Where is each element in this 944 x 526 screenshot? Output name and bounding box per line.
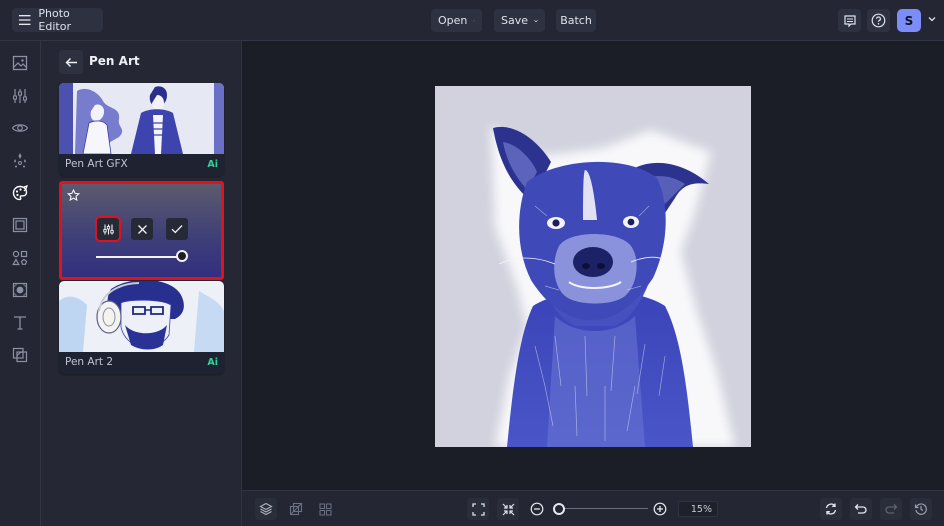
batch-label: Batch <box>560 14 592 27</box>
redo-button[interactable] <box>880 498 902 520</box>
redo-icon <box>885 504 898 514</box>
tool-rail <box>0 41 41 526</box>
effect-thumbnail <box>59 281 224 352</box>
open-menu-button[interactable]: Open <box>431 9 482 32</box>
chevron-down-icon <box>534 19 538 22</box>
zoom-out-icon[interactable] <box>530 502 544 516</box>
expand-icon <box>471 502 485 516</box>
batch-button[interactable]: Batch <box>556 9 596 32</box>
ai-badge: Ai <box>207 357 218 368</box>
cancel-effect-button[interactable] <box>131 218 153 240</box>
apply-effect-button[interactable] <box>166 218 188 240</box>
adjust-sliders-icon[interactable] <box>11 87 29 105</box>
help-icon <box>871 13 886 28</box>
undo-icon <box>854 504 867 514</box>
favorite-star-icon[interactable] <box>67 189 80 202</box>
undo-button[interactable] <box>850 498 872 520</box>
grid-icon <box>319 503 331 515</box>
layers-icon <box>259 502 273 516</box>
intensity-slider-track[interactable] <box>96 256 180 258</box>
effect-card-pen-art-2[interactable]: Pen Art 2 Ai <box>59 281 224 374</box>
eye-icon[interactable] <box>11 119 29 137</box>
settings-sliders-icon <box>102 224 114 234</box>
compare-button[interactable] <box>285 498 307 520</box>
arrow-left-icon <box>65 57 77 67</box>
active-effect-card <box>59 181 224 280</box>
feedback-icon <box>843 14 856 27</box>
chevron-down-icon <box>473 20 475 21</box>
grid-view-button[interactable] <box>314 498 336 520</box>
palette-artsy-icon[interactable] <box>11 184 29 202</box>
effects-panel: Pen Art Pen Art GFX Ai Pen Art 2 Ai <box>41 41 242 526</box>
save-menu-button[interactable]: Save <box>494 9 545 32</box>
app-title: Photo Editor <box>38 7 71 33</box>
checkmark-icon <box>171 225 183 234</box>
zoom-level-value: 15% <box>690 503 712 515</box>
app-menu-button[interactable]: Photo Editor <box>12 7 103 33</box>
effect-name: Pen Art GFX <box>65 158 128 170</box>
top-bar: Photo Editor Open Save Batch S <box>0 0 944 41</box>
effect-card-pen-art-gfx[interactable]: Pen Art GFX Ai <box>59 83 224 176</box>
hamburger-menu-icon <box>18 15 31 25</box>
account-chevron-down-icon[interactable] <box>926 13 938 25</box>
sparkle-effects-icon[interactable] <box>11 151 29 169</box>
save-label: Save <box>501 14 529 27</box>
effect-thumbnail <box>59 83 224 154</box>
fit-to-screen-button[interactable] <box>467 498 489 520</box>
close-icon <box>137 224 147 234</box>
reset-button[interactable] <box>820 498 842 520</box>
zoom-slider-thumb[interactable] <box>553 503 565 515</box>
bottom-toolbar: 15% <box>242 490 944 526</box>
user-avatar[interactable]: S <box>897 9 921 32</box>
text-icon[interactable] <box>11 314 29 332</box>
zoom-level-field[interactable]: 15% <box>678 501 718 517</box>
actual-size-button[interactable] <box>497 498 519 520</box>
history-icon <box>914 503 927 515</box>
effect-settings-button[interactable] <box>95 216 121 242</box>
zoom-in-icon[interactable] <box>653 502 667 516</box>
panel-title: Pen Art <box>89 54 140 68</box>
help-button[interactable] <box>867 9 890 32</box>
open-label: Open <box>438 14 468 27</box>
back-button[interactable] <box>59 50 83 74</box>
avatar-initial: S <box>904 13 914 28</box>
effect-name: Pen Art 2 <box>65 356 114 368</box>
ai-badge: Ai <box>207 159 218 170</box>
compare-icon <box>289 502 303 516</box>
texture-icon[interactable] <box>11 281 29 299</box>
intensity-slider-thumb[interactable] <box>176 250 188 262</box>
shapes-graphics-icon[interactable] <box>11 249 29 267</box>
image-icon[interactable] <box>11 54 29 72</box>
dog-pen-art-image <box>435 86 751 447</box>
history-button[interactable] <box>910 498 932 520</box>
overlay-icon[interactable] <box>11 346 29 364</box>
feedback-button[interactable] <box>838 9 861 32</box>
refresh-icon <box>825 503 837 515</box>
zoom-slider-track[interactable] <box>558 508 648 509</box>
frame-icon[interactable] <box>11 216 29 234</box>
shrink-icon <box>502 503 514 515</box>
layers-button[interactable] <box>255 498 277 520</box>
edited-photo[interactable] <box>435 86 751 447</box>
